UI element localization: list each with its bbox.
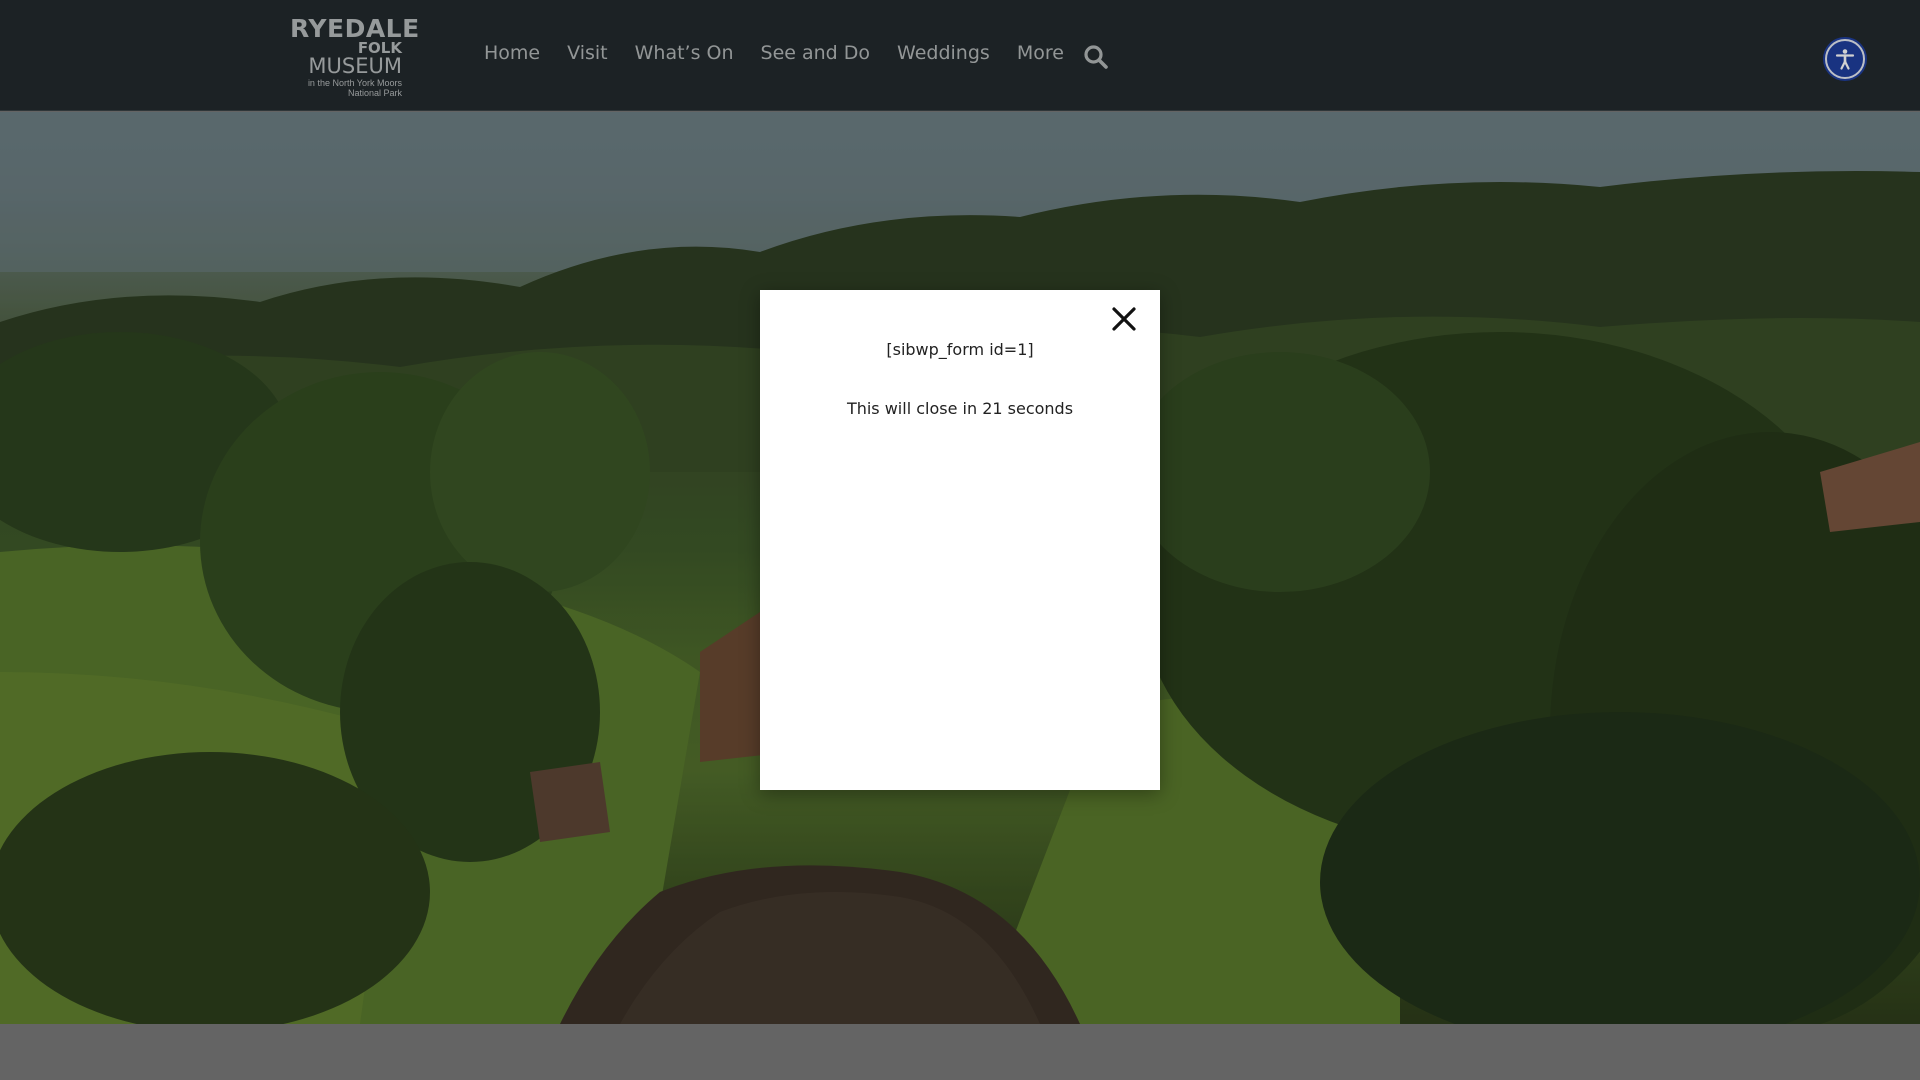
close-icon[interactable] xyxy=(1109,304,1139,334)
modal-shortcode-text: [sibwp_form id=1] xyxy=(886,340,1034,359)
popup-modal: [sibwp_form id=1] This will close in 21 … xyxy=(760,290,1160,790)
modal-timer-text: This will close in 21 seconds xyxy=(846,399,1074,418)
